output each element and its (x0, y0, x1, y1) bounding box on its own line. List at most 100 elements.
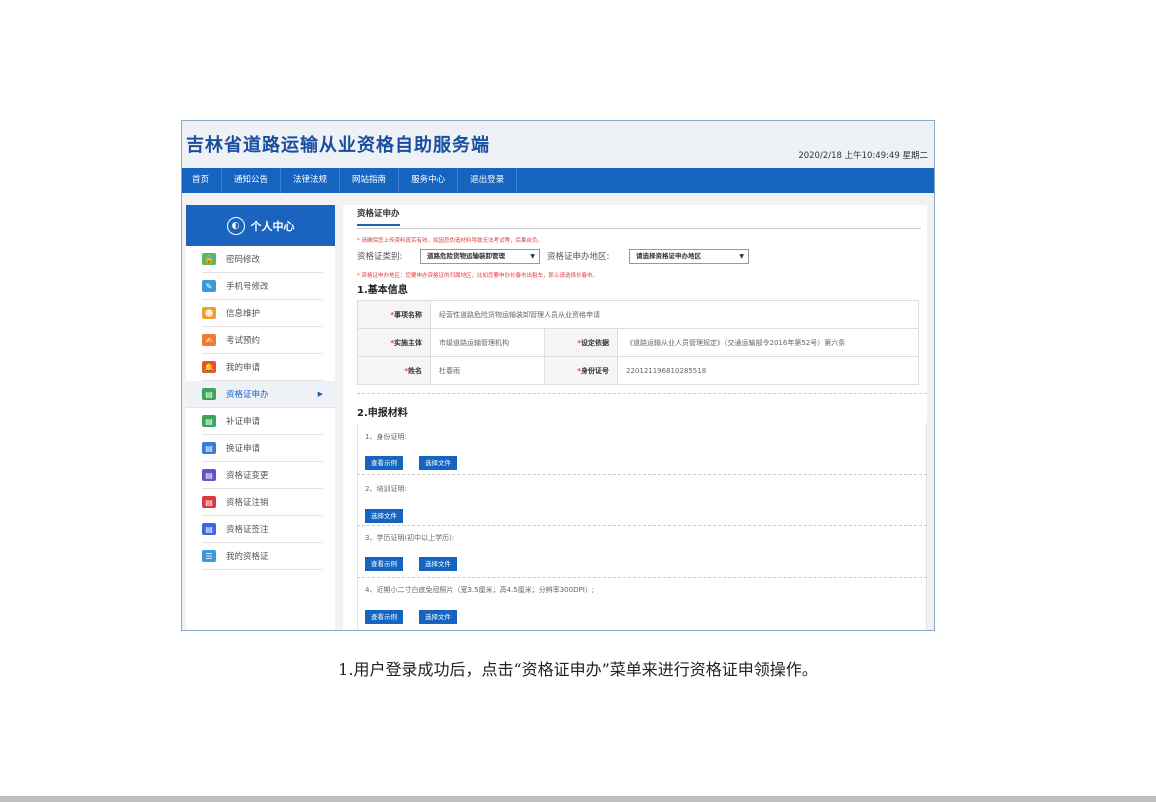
id-card-icon: ☰ (202, 550, 216, 562)
basic-info-table: *事项名称 经营性道路危险货物运输装卸管理人员从业资格申请 *实施主体 市级道路… (357, 300, 919, 385)
tab-cert-apply[interactable]: 资格证申办 (357, 207, 400, 226)
basis-value: 《道路运输从业人员管理规定》（交通运输部令2016年第52号）第六条 (617, 328, 919, 357)
sidebar-item[interactable]: ☰ 我的资格证 (202, 543, 323, 570)
sidebar-item-label: 信息维护 (226, 309, 261, 319)
sidebar-item[interactable]: 🔒 密码修改 (202, 246, 323, 273)
table-row: *姓名 杜春雨 *身份证号 220121196810285518 (357, 356, 919, 385)
material-education-label: 3、学历证明(初中以上学历): (365, 534, 455, 542)
region-label: 资格证申办地区: (547, 252, 610, 262)
cert-type-label: 资格证类别: (357, 252, 403, 262)
main-nav: 首页 通知公告 法律法规 网站指南 服务中心 退出登录 (182, 168, 934, 193)
subject-value: 市级道路运输管理机构 (430, 328, 545, 357)
subject-key: *实施主体 (357, 328, 431, 357)
sidebar-title: 个人中心 (250, 219, 295, 233)
nav-laws[interactable]: 法律法规 (281, 168, 341, 193)
region-notice: * 资格证申办地区：您要申办资格证的归属地区，比如您要申办长春市出租车，那么请选… (357, 273, 599, 279)
cert-type-value: 道路危险货物运输装卸管理 (427, 252, 505, 260)
sidebar-item-label: 我的申请 (226, 363, 261, 373)
materials-box (357, 423, 927, 630)
site-header: 吉林省道路运输从业资格自助服务端 2020/2/18 上午10:49:49 星期… (182, 121, 934, 168)
certificate-cancel-icon: ▤ (202, 496, 216, 508)
nav-guide[interactable]: 网站指南 (340, 168, 400, 193)
view-example-button[interactable]: 查看示例 (365, 557, 403, 571)
sidebar-item-label: 考试预约 (226, 336, 261, 346)
sidebar-item-label: 补证申请 (226, 417, 261, 427)
bell-icon: 🔔 (202, 361, 216, 373)
sidebar-item-label: 资格证签注 (226, 525, 269, 535)
sidebar-item[interactable]: ▤ 资格证注销 (202, 489, 323, 516)
region-select[interactable]: 请选择资格证申办地区 ▼ (629, 249, 749, 264)
sidebar-item[interactable]: ▤ 换证申请 (202, 435, 323, 462)
main-panel: 资格证申办 * 请确保您上传资料真实有效，如因您伪造材料导致无法考试等，后果自负… (343, 205, 927, 630)
sidebar-item-label: 手机号修改 (226, 282, 269, 292)
sidebar-item-label: 密码修改 (226, 255, 261, 265)
item-name-key: *事项名称 (357, 300, 431, 329)
divider (357, 393, 927, 394)
nav-notices[interactable]: 通知公告 (222, 168, 282, 193)
sidebar-header: ◐ 个人中心 (186, 205, 335, 246)
choose-file-button[interactable]: 选择文件 (419, 557, 457, 571)
name-value: 杜春雨 (430, 356, 545, 385)
sidebar-item-label: 换证申请 (226, 444, 261, 454)
sidebar-item-label: 资格证变更 (226, 471, 269, 481)
cert-type-select[interactable]: 道路危险货物运输装卸管理 ▼ (420, 249, 540, 264)
sidebar-item-label: 我的资格证 (226, 552, 269, 562)
id-no-key: *身份证号 (544, 356, 618, 385)
nav-service[interactable]: 服务中心 (399, 168, 459, 193)
id-no-value: 220121196810285518 (617, 356, 919, 385)
sidebar-item[interactable]: ✎ 手机号修改 (202, 273, 323, 300)
sidebar: ◐ 个人中心 🔒 密码修改 ✎ 手机号修改 ☻ 信息维护 ✍ 考试预约 🔔 我的申请 ▤ 资格证申办 ▶… (186, 205, 335, 630)
sidebar-item[interactable]: 🔔 我的申请 (202, 354, 323, 381)
chevron-down-icon: ▼ (530, 253, 535, 260)
datetime: 2020/2/18 上午10:49:49 星期二 (798, 151, 928, 161)
divider (357, 474, 927, 475)
calendar-edit-icon: ✍ (202, 334, 216, 346)
material-id-label: 1、身份证明: (365, 433, 407, 441)
certificate-change-icon: ▤ (202, 469, 216, 481)
page-bottom-border (0, 796, 1156, 802)
nav-home[interactable]: 首页 (182, 168, 223, 193)
section-materials: 2.申报材料 (357, 408, 408, 419)
sidebar-item[interactable]: ▤ 资格证签注 (202, 516, 323, 543)
divider (357, 525, 927, 526)
certificate-swap-icon: ▤ (202, 442, 216, 454)
region-value: 请选择资格证申办地区 (636, 252, 701, 260)
nav-logout[interactable]: 退出登录 (458, 168, 518, 193)
certificate-repair-icon: ▤ (202, 415, 216, 427)
certificate-sign-icon: ▤ (202, 523, 216, 535)
choose-file-button[interactable]: 选择文件 (365, 509, 403, 523)
power-icon: ◐ (226, 216, 245, 235)
table-row: *事项名称 经营性道路危险货物运输装卸管理人员从业资格申请 (357, 300, 919, 329)
sidebar-item[interactable]: ▤ 资格证变更 (202, 462, 323, 489)
figure-caption: 1.用户登录成功后，点击“资格证申办”菜单来进行资格证申领操作。 (338, 660, 818, 679)
lock-icon: 🔒 (202, 253, 216, 265)
divider (357, 577, 927, 578)
sidebar-item-label: 资格证申办 (226, 390, 269, 400)
certificate-add-icon: ▤ (202, 388, 216, 400)
name-key: *姓名 (357, 356, 431, 385)
screenshot-frame: 吉林省道路运输从业资格自助服务端 2020/2/18 上午10:49:49 星期… (181, 120, 935, 631)
site-title: 吉林省道路运输从业资格自助服务端 (186, 135, 490, 156)
user-card-icon: ☻ (202, 307, 216, 319)
view-example-button[interactable]: 查看示例 (365, 610, 403, 624)
material-photo-label: 4、近期小二寸白底免冠照片（宽3.5厘米；高4.5厘米；分辨率300DPI）; (365, 586, 595, 594)
view-example-button[interactable]: 查看示例 (365, 456, 403, 470)
chevron-down-icon: ▼ (739, 253, 744, 260)
notice-text: * 请确保您上传资料真实有效，如因您伪造材料导致无法考试等，后果自负。 (357, 238, 544, 244)
sidebar-item[interactable]: ☻ 信息维护 (202, 300, 323, 327)
tab-divider (357, 228, 921, 229)
chevron-right-icon: ▶ (317, 390, 323, 398)
table-row: *实施主体 市级道路运输管理机构 *设定依据 《道路运输从业人员管理规定》（交通… (357, 328, 919, 357)
item-name-value: 经营性道路危险货物运输装卸管理人员从业资格申请 (430, 300, 919, 329)
basis-key: *设定依据 (544, 328, 618, 357)
sidebar-item[interactable]: ✍ 考试预约 (202, 327, 323, 354)
section-basic-info: 1.基本信息 (357, 285, 408, 296)
sidebar-item-label: 资格证注销 (226, 498, 269, 508)
choose-file-button[interactable]: 选择文件 (419, 610, 457, 624)
choose-file-button[interactable]: 选择文件 (419, 456, 457, 470)
sidebar-item[interactable]: ▤ 资格证申办 ▶ (186, 381, 335, 408)
sidebar-list: 🔒 密码修改 ✎ 手机号修改 ☻ 信息维护 ✍ 考试预约 🔔 我的申请 ▤ 资格证申办 ▶ ▤ 补证申请 ▤ 换… (186, 246, 335, 570)
sidebar-item[interactable]: ▤ 补证申请 (202, 408, 323, 435)
edit-icon: ✎ (202, 280, 216, 292)
material-training-label: 2、培训证明: (365, 485, 407, 493)
